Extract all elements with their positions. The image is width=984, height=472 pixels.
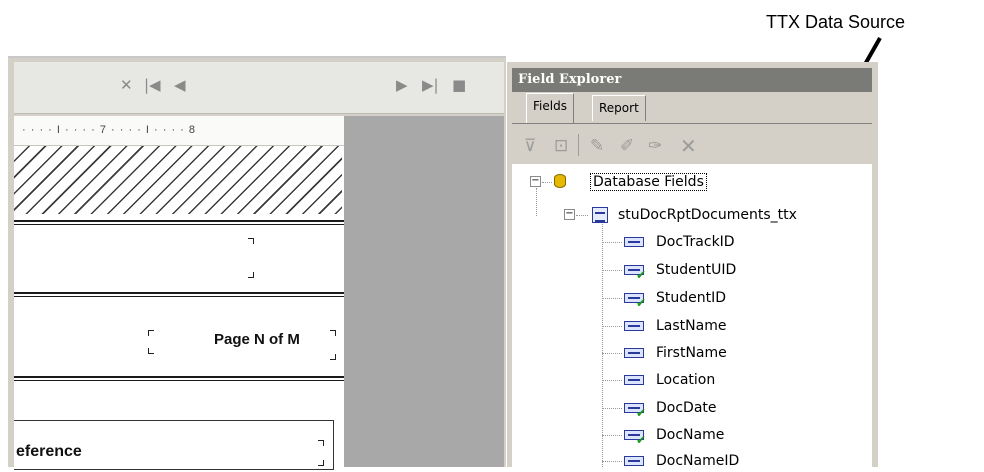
tree-connector (576, 215, 588, 216)
used-check-icon: ✔ (636, 268, 647, 282)
new-formula-icon[interactable]: ✎ (590, 136, 604, 156)
field-icon (624, 456, 644, 466)
close-icon[interactable]: ✕ (120, 78, 133, 93)
field-item[interactable]: StudentID (656, 287, 726, 309)
tree-connector (602, 242, 622, 243)
section-divider (14, 220, 344, 222)
field-icon (624, 375, 644, 385)
edit-icon[interactable]: ✐ (620, 136, 634, 156)
tab-fields[interactable]: Fields (526, 93, 574, 123)
collapse-toggle[interactable]: − (530, 176, 541, 187)
toolbar-separator (578, 134, 579, 156)
field-icon (624, 237, 644, 247)
field-corner-marker (248, 272, 254, 278)
field-item[interactable]: DocNameID (656, 450, 739, 472)
tree-connector (602, 298, 622, 299)
tab-report[interactable]: Report (592, 95, 646, 121)
stop-icon[interactable]: ■ (452, 78, 466, 93)
delete-icon[interactable]: ✕ (680, 134, 697, 158)
table-icon (592, 207, 608, 223)
insert-field-icon[interactable]: ⊽ (524, 136, 536, 156)
used-check-icon: ✔ (636, 433, 647, 447)
tree-connector (602, 380, 622, 381)
first-page-icon[interactable]: |◀ (144, 78, 161, 93)
tree-connector (542, 182, 552, 183)
callout-label: TTX Data Source (766, 12, 906, 32)
field-item[interactable]: LastName (656, 315, 726, 337)
field-corner-marker (148, 348, 154, 354)
designer-toolbar: ✕ |◀ ◀ ▶ ▶| ■ (14, 62, 504, 114)
section-divider (14, 380, 344, 381)
tree-item-label: Database Fields (590, 173, 707, 191)
tree-connector (602, 435, 622, 436)
used-check-icon: ✔ (636, 296, 647, 310)
field-corner-marker (148, 330, 154, 336)
tree-item-table[interactable]: stuDocRptDocuments_ttx (618, 204, 797, 226)
tree-item-database-fields[interactable]: Database Fields (590, 171, 707, 193)
field-explorer-title: Field Explorer (512, 68, 872, 92)
used-check-icon: ✔ (636, 406, 647, 420)
field-corner-marker (318, 460, 324, 466)
database-icon (554, 174, 566, 188)
section-divider (14, 224, 344, 225)
tree-connector (602, 270, 622, 271)
page-n-of-m-field[interactable]: Page N of M (214, 331, 300, 348)
field-corner-marker (330, 330, 336, 336)
field-tree: − Database Fields − stuDocRptDocuments_t… (512, 164, 872, 469)
section-divider (14, 296, 344, 297)
field-icon (624, 348, 644, 358)
field-item[interactable]: DocDate (656, 397, 717, 419)
tree-connector (602, 326, 622, 327)
field-item[interactable]: DocTrackID (656, 231, 735, 253)
previous-page-icon[interactable]: ◀ (174, 78, 186, 93)
designer-background (344, 116, 504, 467)
tree-connector (602, 408, 622, 409)
browse-data-icon[interactable]: ⊡ (554, 136, 568, 156)
reference-label: eference (16, 443, 82, 460)
last-page-icon[interactable]: ▶| (422, 78, 439, 93)
section-divider (14, 292, 344, 294)
ruler-ticks: · · · · I · · · · 7 · · · · I · · · · 8 (22, 124, 197, 136)
tab-strip-line (512, 123, 872, 124)
field-corner-marker (248, 238, 254, 244)
field-corner-marker (330, 354, 336, 360)
horizontal-ruler: · · · · I · · · · 7 · · · · I · · · · 8 (14, 116, 344, 146)
field-icon (624, 321, 644, 331)
rename-icon[interactable]: ✑ (648, 136, 662, 156)
tree-connector (602, 353, 622, 354)
field-item[interactable]: Location (656, 369, 715, 391)
field-item[interactable]: StudentUID (656, 259, 736, 281)
tree-connector (536, 188, 537, 216)
tree-connector (602, 224, 603, 467)
field-item[interactable]: DocName (656, 424, 724, 446)
next-page-icon[interactable]: ▶ (396, 78, 408, 93)
tree-connector (602, 461, 622, 462)
collapse-toggle[interactable]: − (564, 209, 575, 220)
field-corner-marker (318, 440, 324, 446)
field-item[interactable]: FirstName (656, 342, 727, 364)
section-divider (14, 376, 344, 378)
hidden-section-hatch (14, 146, 342, 214)
